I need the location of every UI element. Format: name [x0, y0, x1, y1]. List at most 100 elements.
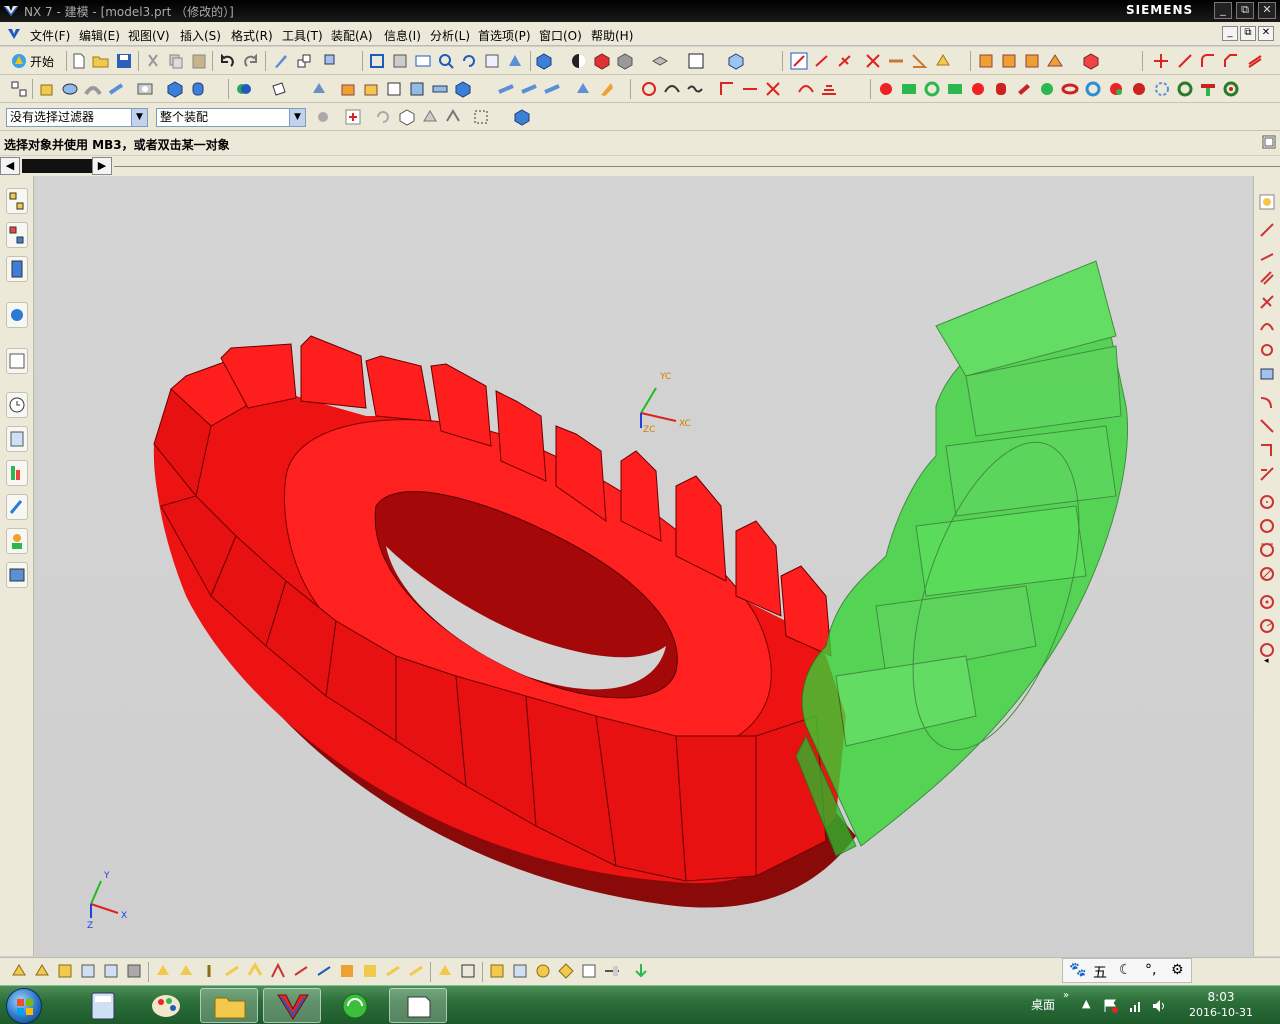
selection-scope-select[interactable]: 整个装配 ▼	[156, 108, 306, 127]
action-center-flag-icon[interactable]	[1103, 998, 1119, 1014]
snap-tangent-icon[interactable]	[407, 962, 425, 980]
datum-plane-icon[interactable]	[270, 80, 288, 98]
snap-on-curve-icon[interactable]	[315, 962, 333, 980]
chamfer-curve-icon[interactable]	[1222, 52, 1240, 70]
snap-toggle-icon[interactable]	[1259, 194, 1275, 210]
menu-assemblies[interactable]: 装配(A)	[331, 27, 373, 44]
cue-options-icon[interactable]	[1262, 135, 1276, 149]
trim-curve-icon[interactable]	[1152, 52, 1170, 70]
assembly-icon-2[interactable]	[1000, 52, 1018, 70]
bolt-icon[interactable]	[1015, 80, 1033, 98]
select-body-icon[interactable]	[398, 108, 416, 126]
snap-intersect-icon[interactable]	[223, 962, 241, 980]
edge-blend-icon[interactable]	[339, 80, 357, 98]
snap-point-icon[interactable]	[790, 52, 808, 70]
render-style-icon[interactable]	[570, 52, 588, 70]
wheel-icon[interactable]	[1176, 80, 1194, 98]
snap-mid-icon[interactable]	[177, 962, 195, 980]
sweep-icon[interactable]	[84, 80, 102, 98]
transform-icon[interactable]	[295, 52, 313, 70]
snap-pole-icon[interactable]	[436, 962, 454, 980]
rectangle-select-icon[interactable]	[472, 108, 490, 126]
layer-settings-icon[interactable]	[603, 962, 621, 980]
select-face-icon[interactable]	[421, 108, 439, 126]
menu-analysis[interactable]: 分析(L)	[430, 27, 470, 44]
zoom-region-icon[interactable]	[391, 52, 409, 70]
type-filter-select[interactable]: 没有选择过滤器 ▼	[6, 108, 148, 127]
shell-icon[interactable]	[385, 80, 403, 98]
offset-face-icon[interactable]	[543, 80, 561, 98]
gear-pair-icon[interactable]	[1222, 80, 1240, 98]
taskbar-calculator[interactable]	[74, 988, 132, 1023]
shaded-cube-icon[interactable]	[535, 52, 553, 70]
start-menu-button[interactable]: 开始	[30, 53, 54, 70]
arc-icon[interactable]	[1259, 318, 1275, 334]
part-navigator-tab[interactable]	[6, 256, 28, 282]
component-select-icon[interactable]	[513, 108, 531, 126]
unite-icon[interactable]	[235, 80, 253, 98]
cut-icon[interactable]	[144, 52, 162, 70]
red-cube-icon[interactable]	[593, 52, 611, 70]
toolbar-more-icon[interactable]: ◂	[1264, 656, 1269, 666]
curve-icon[interactable]	[686, 80, 704, 98]
reuse-library-tab[interactable]	[6, 302, 28, 328]
red-bevel-gear[interactable]	[153, 335, 857, 908]
assembly-navigator-tab[interactable]	[6, 188, 28, 214]
cylinder-red-icon[interactable]	[992, 80, 1010, 98]
snap-existing-icon[interactable]	[292, 962, 310, 980]
mate-icon[interactable]	[946, 80, 964, 98]
layer-icon[interactable]	[651, 52, 669, 70]
project-curve-icon[interactable]	[764, 80, 782, 98]
menu-format[interactable]: 格式(R)	[231, 27, 273, 44]
line-icon[interactable]	[1259, 222, 1275, 238]
fit-view-icon[interactable]	[368, 52, 386, 70]
corner-arc-icon[interactable]	[1259, 442, 1275, 458]
mirror-body-icon[interactable]	[454, 80, 472, 98]
copy-icon[interactable]	[167, 52, 185, 70]
undo-icon[interactable]	[218, 52, 236, 70]
ime-half-width-icon[interactable]: ☾	[1119, 962, 1132, 978]
system-clock[interactable]: 8:03 2016-10-31	[1180, 989, 1262, 1021]
scroll-left-button[interactable]: ◀	[0, 157, 20, 175]
perspective-icon[interactable]	[506, 52, 524, 70]
revolve-icon[interactable]	[61, 80, 79, 98]
ime-paw-icon[interactable]: 🐾	[1069, 962, 1086, 978]
split-body-icon[interactable]	[520, 80, 538, 98]
manufacturing-wizard-tab[interactable]	[6, 494, 28, 520]
block-icon[interactable]	[166, 80, 184, 98]
menu-insert[interactable]: 插入(S)	[180, 27, 221, 44]
ime-settings-icon[interactable]: ⚙	[1171, 962, 1184, 978]
history-tab[interactable]	[6, 392, 28, 418]
extrude-icon[interactable]	[38, 80, 56, 98]
select-sheet-icon[interactable]	[56, 962, 74, 980]
redo-icon[interactable]	[242, 52, 260, 70]
measure-body-icon[interactable]	[934, 52, 952, 70]
fillet-curve-icon[interactable]	[1199, 52, 1217, 70]
snap-control-icon[interactable]	[200, 962, 218, 980]
intersection-icon[interactable]	[864, 52, 882, 70]
snap-end-icon[interactable]	[154, 962, 172, 980]
snap-on-face-icon[interactable]	[338, 962, 356, 980]
constraint-icon[interactable]	[969, 80, 987, 98]
pattern-icon[interactable]	[431, 80, 449, 98]
extend-curve-icon[interactable]	[1176, 52, 1194, 70]
doc-close-button[interactable]: ✕	[1258, 26, 1274, 41]
open-folder-icon[interactable]	[92, 52, 110, 70]
fillet-arc-icon[interactable]	[1259, 418, 1275, 434]
select-feature-icon[interactable]	[10, 962, 28, 980]
assembly-icon-4[interactable]	[1046, 52, 1064, 70]
assembly-icon-5[interactable]	[1082, 52, 1100, 70]
chevron-right-icon[interactable]: »	[1063, 990, 1069, 1001]
invert-visibility-icon[interactable]	[511, 962, 529, 980]
edit-object-icon[interactable]	[322, 52, 340, 70]
show-hide-icon[interactable]	[488, 962, 506, 980]
emboss-icon[interactable]	[310, 80, 328, 98]
trim-body-icon[interactable]	[497, 80, 515, 98]
minimize-button[interactable]: _	[1214, 2, 1232, 19]
taskbar-sync[interactable]	[326, 988, 384, 1023]
circle-center-icon[interactable]	[1259, 494, 1275, 510]
view-orient-icon[interactable]	[727, 52, 745, 70]
section-curve-icon[interactable]	[820, 80, 838, 98]
hole-icon[interactable]	[136, 80, 154, 98]
taskbar-explorer[interactable]	[200, 988, 258, 1023]
